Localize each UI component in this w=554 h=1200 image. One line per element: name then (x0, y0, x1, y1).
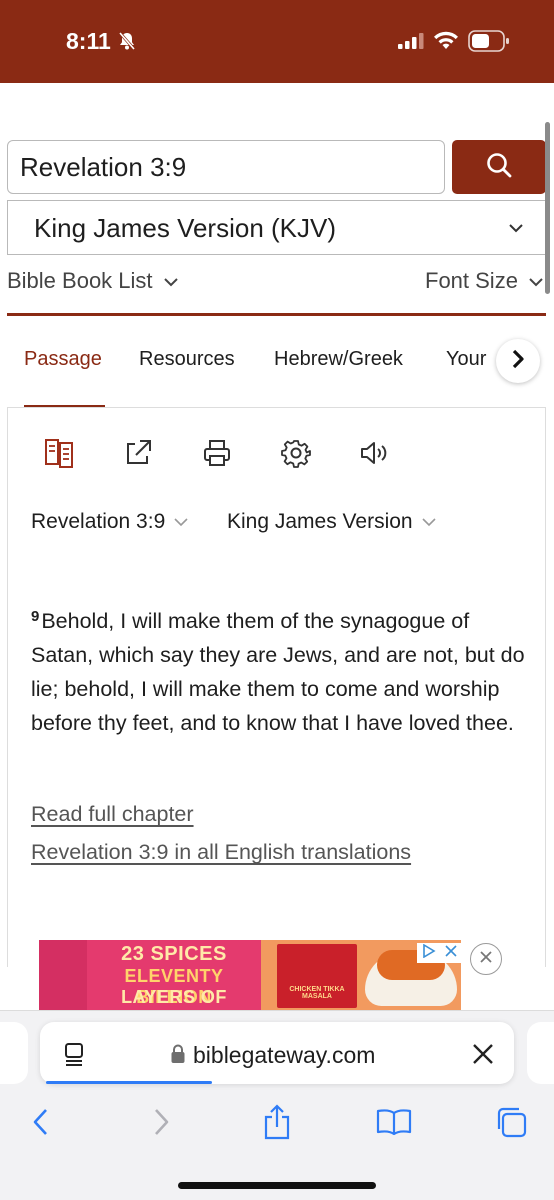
next-tab-preview[interactable] (527, 1022, 554, 1084)
chevron-down-icon (528, 268, 544, 294)
page-load-progress (46, 1081, 212, 1084)
home-indicator (178, 1182, 376, 1189)
section-divider (7, 313, 546, 316)
ad-close-button[interactable] (470, 943, 502, 975)
battery-icon (468, 30, 510, 57)
previous-tab-preview[interactable] (0, 1022, 28, 1084)
lock-icon (170, 1044, 186, 1069)
reader-icon[interactable] (62, 1041, 88, 1072)
forward-icon[interactable] (141, 1102, 181, 1142)
chevron-down-icon (173, 510, 189, 534)
close-icon (478, 949, 494, 970)
search-button[interactable] (452, 140, 546, 194)
version-select-value: King James Version (KJV) (34, 213, 337, 243)
chevron-down-icon (421, 510, 437, 534)
share-sheet-icon[interactable] (257, 1102, 297, 1142)
share-icon[interactable] (121, 436, 155, 470)
search-icon (485, 151, 513, 184)
status-bar: 8:11 (0, 0, 554, 83)
ad-close-x-icon (444, 944, 457, 962)
chevron-down-icon (508, 221, 524, 239)
font-size-label: Font Size (425, 268, 518, 293)
passage-reference-label: Revelation 3:9 (31, 510, 166, 533)
ad-decoration (39, 940, 87, 1010)
passage-reference-select[interactable]: Revelation 3:9 (31, 510, 189, 534)
tabs-icon[interactable] (491, 1102, 531, 1142)
ad-headline-3: LAYERS OF FLAVOR (121, 987, 227, 1010)
tab-resources[interactable]: Resources (139, 348, 235, 371)
url-text: biblegateway.com (193, 1042, 376, 1068)
back-icon[interactable] (21, 1102, 61, 1142)
tab-passage[interactable]: Passage (24, 348, 102, 371)
verse-number: 9 (31, 608, 40, 625)
chevron-right-icon (509, 348, 527, 375)
verse-text-block: 9Behold, I will make them of the synagog… (31, 604, 527, 740)
bookmarks-icon[interactable] (374, 1102, 414, 1142)
tab-hebrew-greek[interactable]: Hebrew/Greek (274, 348, 403, 371)
all-translations-link[interactable]: Revelation 3:9 in all English translatio… (31, 840, 411, 865)
status-time: 8:11 (66, 28, 111, 54)
parallel-icon[interactable] (43, 436, 77, 470)
tabs-next-button[interactable] (496, 339, 540, 383)
bible-book-list-toggle[interactable]: Bible Book List (7, 268, 179, 294)
verse-text: Behold, I will make them of the synagogu… (31, 609, 525, 735)
stop-loading-icon[interactable] (471, 1042, 495, 1071)
wifi-icon (433, 30, 459, 55)
signal-icon (398, 33, 424, 54)
passage-version-label: King James Version (227, 510, 413, 533)
passage-version-select[interactable]: King James Version (227, 510, 437, 534)
ad-product-label: CHICKEN TIKKA MASALA (289, 986, 345, 1000)
tab-bar: Passage Resources Hebrew/Greek Your (0, 330, 554, 410)
audio-icon[interactable] (357, 436, 391, 470)
ad-headline-1: 23 SPICES (121, 943, 227, 965)
font-size-toggle[interactable]: Font Size (425, 268, 544, 294)
ad-choices-icon (422, 943, 436, 963)
scrollbar[interactable] (545, 122, 550, 294)
ad-choices-button[interactable] (417, 943, 461, 963)
search-input[interactable] (7, 140, 445, 194)
tab-your[interactable]: Your (446, 348, 486, 371)
print-icon[interactable] (200, 436, 234, 470)
chevron-down-icon (163, 268, 179, 294)
settings-icon[interactable] (279, 436, 313, 470)
read-full-chapter-link[interactable]: Read full chapter (31, 802, 194, 827)
advertisement-banner[interactable]: 23 SPICES ELEVENTY BILLION LAYERS OF FLA… (39, 940, 461, 1010)
version-select[interactable]: King James Version (KJV) (7, 200, 546, 255)
bell-slash-icon (117, 31, 137, 56)
bible-book-list-label: Bible Book List (7, 268, 153, 293)
